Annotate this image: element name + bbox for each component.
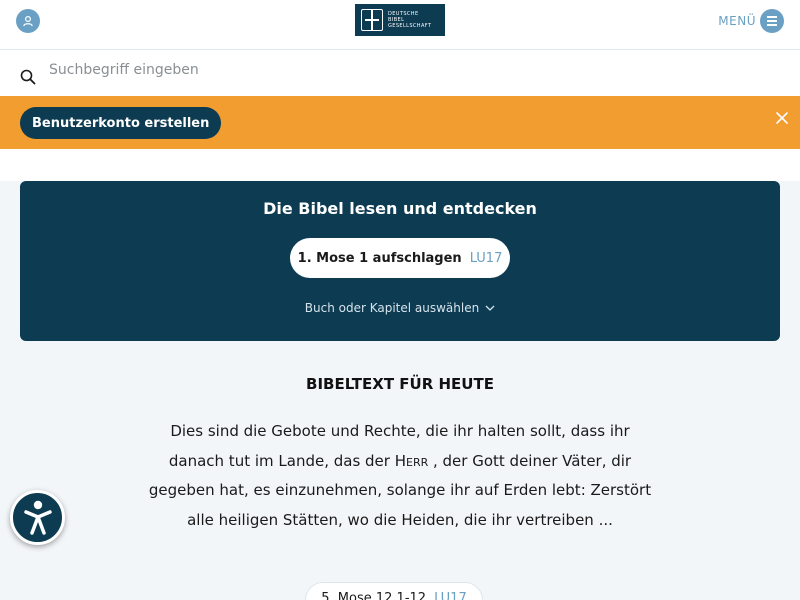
daily-verse-text: Dies sind die Gebote und Rechte, die ihr… (148, 417, 652, 535)
verse-reference-button[interactable]: 5. Mose 12,1-12 LU17 (305, 582, 483, 600)
open-genesis-button[interactable]: 1. Mose 1 aufschlagen LU17 (290, 238, 510, 278)
hamburger-icon (760, 9, 784, 33)
accessibility-icon (23, 500, 52, 535)
user-account-button[interactable] (16, 9, 40, 33)
lord-small-caps: Herr (394, 451, 429, 470)
menu-label: MENÜ (718, 14, 756, 28)
accessibility-button[interactable] (10, 490, 65, 545)
bible-reading-panel: Die Bibel lesen und entdecken 1. Mose 1 … (20, 181, 780, 341)
search-input[interactable] (49, 62, 649, 78)
translation-badge: LU17 (434, 591, 467, 600)
translation-badge: LU17 (469, 250, 503, 266)
search-bar (0, 49, 800, 96)
book-chapter-select-label: Buch oder Kapitel auswählen (304, 301, 480, 315)
logo-mark-icon (361, 9, 383, 31)
top-navigation-bar: DEUTSCHE BIBEL GESELLSCHAFT MENÜ (0, 0, 800, 48)
menu-button[interactable]: MENÜ (718, 9, 784, 33)
book-chapter-select[interactable]: Buch oder Kapitel auswählen (20, 301, 780, 315)
daily-verse-heading: BIBELTEXT FÜR HEUTE (306, 375, 494, 393)
chevron-down-icon (485, 305, 495, 311)
open-passage-label: 1. Mose 1 aufschlagen (297, 250, 462, 266)
create-account-button[interactable]: Benutzerkonto erstellen (20, 107, 222, 139)
hero-title: Die Bibel lesen und entdecken (263, 199, 537, 218)
account-banner: Benutzerkonto erstellen (0, 96, 800, 149)
verse-reference: 5. Mose 12,1-12 (321, 591, 427, 600)
bible-society-logo[interactable]: DEUTSCHE BIBEL GESELLSCHAFT (355, 4, 445, 36)
search-icon[interactable] (20, 69, 36, 85)
user-icon (23, 15, 33, 27)
close-icon[interactable] (774, 110, 790, 126)
logo-wordmark: DEUTSCHE BIBEL GESELLSCHAFT (388, 11, 432, 29)
